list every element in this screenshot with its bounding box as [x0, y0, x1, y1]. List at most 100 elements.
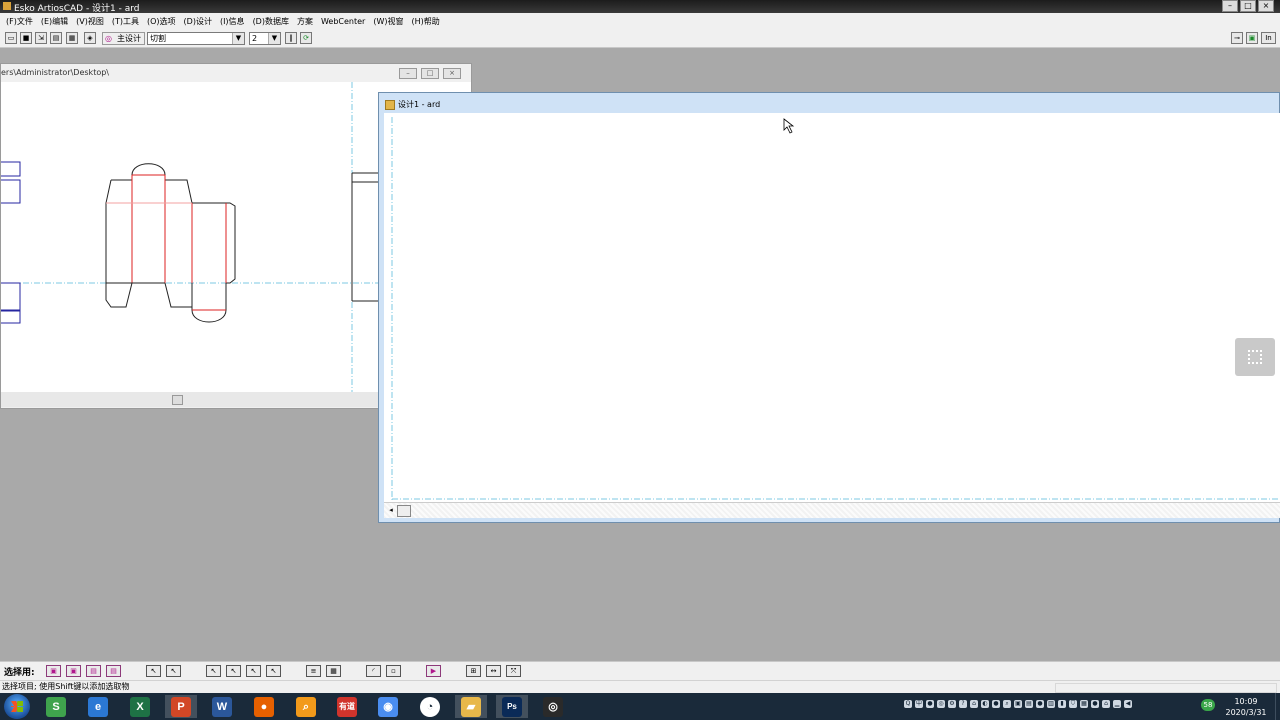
window-one-close-button[interactable]: ×: [443, 68, 461, 79]
design-canvas-two[interactable]: [384, 113, 1280, 502]
chevron-down-icon[interactable]: ▼: [268, 33, 280, 44]
design-window-two[interactable]: 设计1 - ard ◂: [378, 92, 1280, 523]
zoom-extents-icon[interactable]: ⤧: [506, 665, 521, 677]
tray-icon[interactable]: ●: [1091, 700, 1099, 708]
select-tool-icon[interactable]: ↖: [246, 665, 261, 677]
menu-webcenter[interactable]: WebCenter: [317, 17, 369, 26]
menu-edit[interactable]: (E)编辑: [37, 16, 72, 27]
excel-icon[interactable]: X: [124, 695, 156, 718]
open-icon[interactable]: ▭: [5, 32, 17, 44]
show-desktop-button[interactable]: [1275, 693, 1280, 720]
select-tool-icon[interactable]: ↖: [226, 665, 241, 677]
network-icon[interactable]: ▁: [1113, 700, 1121, 708]
tray-icon[interactable]: ▥: [1047, 700, 1055, 708]
pointer-box-icon[interactable]: ↖: [166, 665, 181, 677]
start-button[interactable]: [4, 694, 30, 719]
tray-icon[interactable]: 中: [915, 700, 923, 708]
select-layer-icon[interactable]: ▤: [106, 665, 121, 677]
window-one-minimize-button[interactable]: –: [399, 68, 417, 79]
select-item-icon[interactable]: ▣: [46, 665, 61, 677]
select-tool-icon[interactable]: ↖: [266, 665, 281, 677]
menu-view[interactable]: (V)视图: [72, 16, 108, 27]
save-icon[interactable]: ■: [20, 32, 32, 44]
pointage-select[interactable]: 2 ▼: [249, 32, 281, 45]
youdao-icon[interactable]: 有道: [331, 695, 363, 718]
tray-icon[interactable]: ⌕: [1003, 700, 1011, 708]
clock[interactable]: 10:09 2020/3/31: [1224, 696, 1268, 718]
scroll-thumb[interactable]: [172, 395, 183, 405]
window-two-horizontal-scrollbar[interactable]: ◂: [384, 502, 1280, 518]
volume-icon[interactable]: ◀: [1124, 700, 1132, 708]
menu-window[interactable]: (W)视窗: [369, 16, 407, 27]
tray-badge[interactable]: 58: [1201, 699, 1215, 711]
search-app-icon[interactable]: ⌕: [290, 695, 322, 718]
360-security-icon[interactable]: S: [40, 695, 72, 718]
inch-units-button[interactable]: In: [1261, 32, 1276, 44]
disabled-tool-icon[interactable]: ▫: [386, 665, 401, 677]
tray-icon[interactable]: ●: [992, 700, 1000, 708]
tray-icon[interactable]: ⛉: [1069, 700, 1077, 708]
photoshop-icon[interactable]: Ps: [496, 695, 528, 718]
tray-icon[interactable]: ▤: [1025, 700, 1033, 708]
menu-info[interactable]: (I)信息: [216, 16, 249, 27]
select-line-icon[interactable]: ▣: [66, 665, 81, 677]
menu-help[interactable]: (H)帮助: [408, 16, 444, 27]
clock-app-icon[interactable]: ◔: [414, 695, 446, 718]
tray-icon[interactable]: ⚙: [948, 700, 956, 708]
chevron-down-icon[interactable]: ▼: [232, 33, 244, 44]
grid-icon[interactable]: ▦: [326, 665, 341, 677]
tray-icon[interactable]: ●: [1036, 700, 1044, 708]
tray-icon[interactable]: ⌂: [970, 700, 978, 708]
scroll-thumb[interactable]: [397, 505, 411, 517]
list-icon[interactable]: ≡: [306, 665, 321, 677]
database-save-icon[interactable]: ◈: [84, 32, 96, 44]
properties-icon[interactable]: ▦: [66, 32, 78, 44]
powerpoint-icon[interactable]: P: [165, 695, 197, 718]
line-tool-button[interactable]: ⊸: [1231, 32, 1243, 44]
line-type-select[interactable]: 切割 ▼: [147, 32, 245, 45]
floating-widget-icon[interactable]: [1235, 338, 1275, 376]
main-design-button[interactable]: ◎ 主设计: [102, 32, 145, 45]
tray-icon[interactable]: Q: [904, 700, 912, 708]
arc-icon[interactable]: ◜: [366, 665, 381, 677]
tray-icon[interactable]: ◎: [937, 700, 945, 708]
save-as-icon[interactable]: ⇲: [35, 32, 47, 44]
tray-icon[interactable]: ◐: [981, 700, 989, 708]
print-icon[interactable]: ▤: [50, 32, 62, 44]
tray-icon[interactable]: ▮: [1058, 700, 1066, 708]
firefox-icon[interactable]: ●: [248, 695, 280, 718]
close-button[interactable]: ×: [1258, 0, 1274, 12]
3d-view-button[interactable]: ▣: [1246, 32, 1258, 44]
select-tool-icon[interactable]: ↖: [206, 665, 221, 677]
menu-solution[interactable]: 方案: [293, 16, 317, 27]
document-icon: [385, 100, 395, 110]
fit-icon[interactable]: ⊞: [466, 665, 481, 677]
pointer-icon[interactable]: ↖: [146, 665, 161, 677]
obs-icon[interactable]: ◎: [537, 695, 569, 718]
pointage-icon[interactable]: ‖: [285, 32, 297, 44]
minimize-button[interactable]: –: [1222, 0, 1238, 12]
menu-options[interactable]: (O)选项: [143, 16, 180, 27]
menu-tools[interactable]: (T)工具: [108, 16, 143, 27]
scroll-left-icon[interactable]: ◂: [386, 505, 396, 515]
maximize-button[interactable]: □: [1240, 0, 1256, 12]
tray-icon[interactable]: ▣: [1014, 700, 1022, 708]
tray-icon[interactable]: ?: [959, 700, 967, 708]
tray-icon[interactable]: ⌂: [1102, 700, 1110, 708]
refresh-icon[interactable]: ⟳: [300, 32, 312, 44]
system-tray: Q 中 ● ◎ ⚙ ? ⌂ ◐ ● ⌕ ▣ ▤ ● ▥ ▮ ⛉ ▦ ● ⌂ ▁ …: [904, 700, 1132, 708]
select-group-icon[interactable]: ▤: [86, 665, 101, 677]
tray-icon[interactable]: ▦: [1080, 700, 1088, 708]
ie-icon[interactable]: e: [82, 695, 114, 718]
chrome-icon[interactable]: ◉: [372, 695, 404, 718]
highlight-icon[interactable]: ▶: [426, 665, 441, 677]
width-icon[interactable]: ↔: [486, 665, 501, 677]
word-icon[interactable]: W: [206, 695, 238, 718]
menu-design[interactable]: (D)设计: [180, 16, 216, 27]
app-icon: [3, 2, 11, 10]
tray-icon[interactable]: ●: [926, 700, 934, 708]
menu-database[interactable]: (D)数据库: [249, 16, 293, 27]
window-one-maximize-button[interactable]: □: [421, 68, 439, 79]
menu-file[interactable]: (F)文件: [2, 16, 37, 27]
artioscad-icon[interactable]: ▰: [455, 695, 487, 718]
